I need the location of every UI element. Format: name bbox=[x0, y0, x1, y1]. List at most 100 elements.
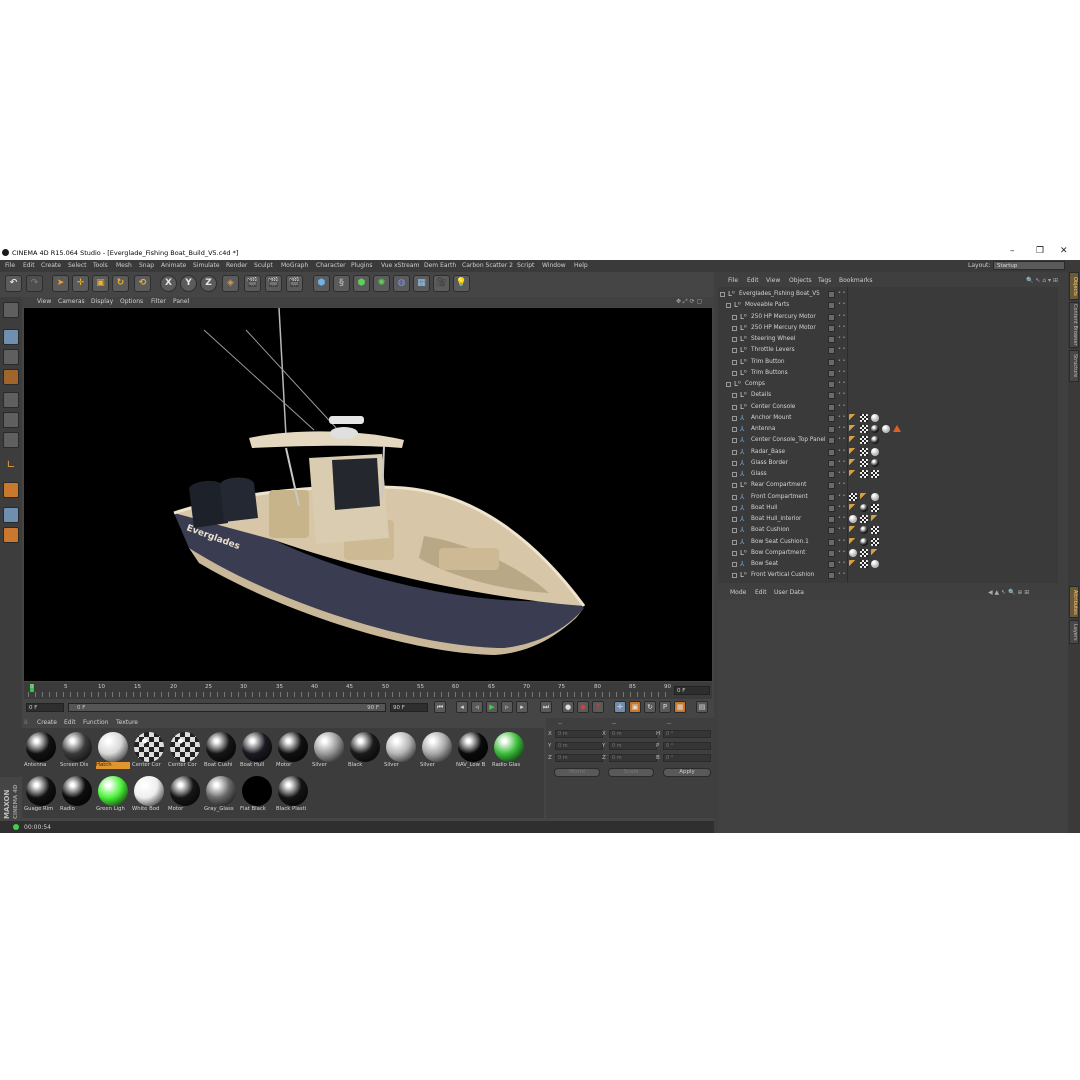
size-x-field[interactable]: 0 m bbox=[609, 730, 657, 738]
render-visibility-dots-icon[interactable]: • • bbox=[838, 471, 846, 479]
menu-animate[interactable]: Animate bbox=[161, 262, 186, 269]
texture-mode-icon[interactable] bbox=[3, 349, 19, 365]
texture-tag-icon[interactable] bbox=[871, 537, 879, 546]
phong-tag-icon[interactable] bbox=[849, 503, 857, 512]
world-dropdown[interactable]: World bbox=[554, 768, 600, 777]
render-visibility-dots-icon[interactable]: • • bbox=[838, 291, 846, 299]
attribute-nav-icon[interactable]: ◀ ▲ ↖ 🔍 ⊕ ⊞ bbox=[988, 589, 1029, 596]
object-row[interactable]: ⅄ Boat Hull_interior • • bbox=[718, 515, 1058, 526]
edit-render-settings-icon[interactable]: 🎬 bbox=[286, 275, 303, 292]
axis-mode-icon[interactable]: ∟ bbox=[3, 457, 19, 473]
object-row[interactable]: L⁰ Steering Wheel • • bbox=[718, 335, 1058, 346]
material-swatch[interactable]: Screen Dis bbox=[60, 731, 94, 769]
texture-tag-icon[interactable] bbox=[860, 515, 868, 523]
object-menu-view[interactable]: View bbox=[766, 277, 780, 284]
redo-icon[interactable]: ↷ bbox=[26, 275, 43, 292]
visibility-toggle-icon[interactable] bbox=[828, 561, 835, 568]
texture-tag-icon[interactable] bbox=[849, 492, 857, 501]
render-view-icon[interactable]: 🎬 bbox=[244, 275, 261, 292]
material-tag-icon[interactable] bbox=[860, 526, 868, 535]
attribute-menu-user-data[interactable]: User Data bbox=[774, 589, 804, 596]
expand-toggle-icon[interactable] bbox=[726, 303, 731, 309]
object-row[interactable]: L⁰ Front Vertical Cushion • • bbox=[718, 571, 1058, 582]
phong-tag-icon[interactable] bbox=[849, 425, 857, 433]
object-row[interactable]: L⁰ Trim Buttons • • bbox=[718, 369, 1058, 380]
next-key-icon[interactable]: ▸ bbox=[516, 701, 528, 713]
render-visibility-dots-icon[interactable]: • • bbox=[838, 414, 846, 423]
object-row[interactable]: ⅄ Glass Border • • bbox=[718, 458, 1058, 470]
phong-tag-icon[interactable] bbox=[849, 560, 857, 568]
material-tag-icon[interactable] bbox=[860, 537, 868, 546]
object-row[interactable]: ⅄ Anchor Mount • • bbox=[718, 413, 1058, 425]
viewport-menu-panel[interactable]: Panel bbox=[173, 298, 189, 305]
material-swatch[interactable]: Radio Glas bbox=[492, 731, 526, 769]
maximize-button[interactable]: ❐ bbox=[1036, 246, 1044, 256]
minimize-button[interactable]: – bbox=[1010, 246, 1015, 256]
object-row[interactable]: L⁰ Details • • bbox=[718, 391, 1058, 402]
object-row[interactable]: ⅄ Boat Cushion • • bbox=[718, 526, 1058, 537]
rotation-p-field[interactable]: 0 ° bbox=[663, 742, 711, 750]
viewport-menu-cameras[interactable]: Cameras bbox=[58, 298, 85, 305]
menu-dem-earth[interactable]: Dem Earth bbox=[424, 262, 456, 269]
render-visibility-dots-icon[interactable]: • • bbox=[838, 549, 846, 558]
phong-tag-icon[interactable] bbox=[849, 470, 857, 478]
visibility-toggle-icon[interactable] bbox=[828, 324, 835, 332]
material-swatch[interactable]: Center Cor bbox=[168, 731, 202, 769]
position-z-field[interactable]: 0 m bbox=[555, 754, 603, 762]
menu-help[interactable]: Help bbox=[574, 262, 588, 269]
material-menu-create[interactable]: Create bbox=[37, 719, 57, 726]
size-z-field[interactable]: 0 m bbox=[609, 754, 657, 762]
expand-toggle-icon[interactable] bbox=[732, 404, 737, 410]
material-swatch[interactable]: Flat Black bbox=[240, 775, 274, 813]
expand-toggle-icon[interactable] bbox=[732, 314, 737, 320]
material-swatch[interactable]: Motor bbox=[168, 775, 202, 813]
visibility-toggle-icon[interactable] bbox=[828, 291, 835, 298]
object-row[interactable]: ⅄ Center Console_Top Panel • • bbox=[718, 436, 1058, 447]
render-visibility-dots-icon[interactable]: • • bbox=[838, 459, 846, 468]
material-swatch[interactable]: Center Cor bbox=[132, 731, 166, 769]
texture-tag-icon[interactable] bbox=[860, 425, 868, 433]
texture-tag-icon[interactable] bbox=[871, 526, 879, 535]
warning-tag-icon[interactable] bbox=[893, 425, 901, 432]
expand-toggle-icon[interactable] bbox=[726, 382, 731, 387]
rotation-key-icon[interactable]: ↻ bbox=[644, 701, 656, 713]
expand-toggle-icon[interactable] bbox=[732, 517, 737, 522]
visibility-toggle-icon[interactable] bbox=[828, 358, 835, 366]
rotation-b-field[interactable]: 0 ° bbox=[663, 754, 711, 762]
expand-toggle-icon[interactable] bbox=[732, 438, 737, 444]
render-visibility-dots-icon[interactable]: • • bbox=[838, 403, 846, 412]
next-frame-icon[interactable]: ▹ bbox=[501, 701, 513, 713]
select-live-icon[interactable]: ➤ bbox=[52, 275, 69, 292]
expand-toggle-icon[interactable] bbox=[732, 505, 737, 511]
visibility-toggle-icon[interactable] bbox=[828, 437, 835, 445]
visibility-toggle-icon[interactable] bbox=[828, 426, 835, 433]
current-frame-field[interactable]: 0 F bbox=[674, 686, 710, 695]
menu-vue-xstream[interactable]: Vue xStream bbox=[381, 262, 419, 269]
visibility-toggle-icon[interactable] bbox=[828, 302, 835, 310]
object-menu-objects[interactable]: Objects bbox=[789, 277, 812, 284]
phong-tag-icon[interactable] bbox=[849, 526, 857, 535]
expand-toggle-icon[interactable] bbox=[732, 494, 737, 500]
menu-carbon-scatter[interactable]: Carbon Scatter 2 bbox=[462, 262, 513, 269]
expand-toggle-icon[interactable] bbox=[720, 292, 725, 297]
texture-tag-icon[interactable] bbox=[860, 447, 868, 456]
object-row[interactable]: L⁰ Moveable Parts • • bbox=[718, 301, 1058, 312]
polygons-mode-icon[interactable] bbox=[3, 432, 19, 448]
position-x-field[interactable]: 0 m bbox=[555, 730, 603, 738]
menu-snap[interactable]: Snap bbox=[139, 262, 154, 269]
phong-tag-icon[interactable] bbox=[849, 436, 857, 445]
texture-tag-icon[interactable] bbox=[860, 548, 868, 557]
expand-toggle-icon[interactable] bbox=[732, 483, 737, 489]
object-row[interactable]: ⅄ Bow Seat Cushion.1 • • bbox=[718, 537, 1058, 549]
tab-structure[interactable]: Structure bbox=[1069, 350, 1079, 382]
object-menu-edit[interactable]: Edit bbox=[747, 277, 759, 284]
render-visibility-dots-icon[interactable]: • • bbox=[838, 369, 846, 378]
object-row[interactable]: ⅄ Antenna • • bbox=[718, 425, 1058, 436]
frame-range-slider[interactable]: 0 F 90 F bbox=[68, 703, 386, 712]
material-tag-icon[interactable] bbox=[871, 425, 879, 433]
parameter-key-icon[interactable]: P bbox=[659, 701, 671, 713]
material-swatch[interactable]: Black Plasti bbox=[276, 775, 310, 813]
texture-tag-icon[interactable] bbox=[860, 436, 868, 445]
coordinate-system-icon[interactable]: ◈ bbox=[222, 275, 239, 292]
material-swatch[interactable]: Boat Cushi bbox=[204, 731, 238, 769]
